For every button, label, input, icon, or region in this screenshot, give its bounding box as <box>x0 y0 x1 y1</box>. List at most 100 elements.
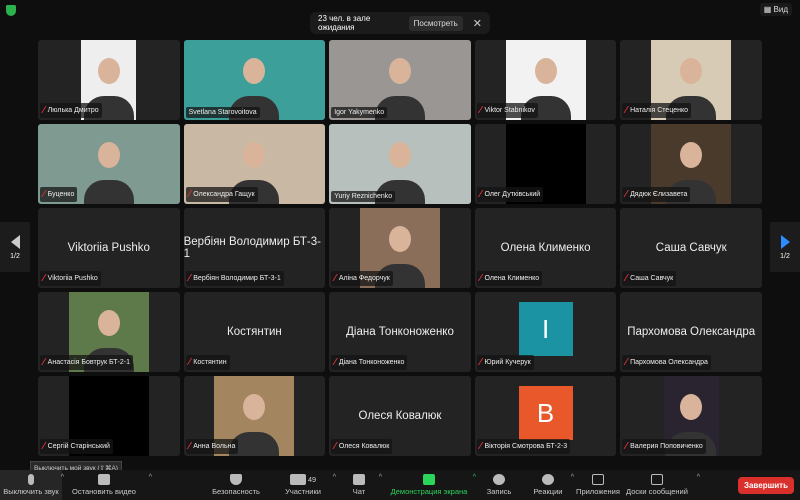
chevron-up-icon[interactable]: ^ <box>379 474 382 481</box>
muted-microphone-icon: ⁄ <box>625 273 628 284</box>
participants-label: Участники <box>285 487 321 496</box>
participant-name: Олександра Гащук <box>193 191 255 198</box>
participant-tile[interactable]: ⁄ Сергій Старінський <box>38 376 180 456</box>
view-layout-button[interactable]: ▦ Вид <box>759 3 792 16</box>
mute-label: Выключить звук <box>3 487 59 496</box>
record-button[interactable]: Запись <box>484 470 514 500</box>
participant-tile[interactable]: ⁄ Наталія Стеценко <box>620 40 762 120</box>
participant-name-label: ⁄ Наталія Стеценко <box>622 103 692 118</box>
participants-button[interactable]: 49 Участники ^ <box>278 470 336 500</box>
participant-tile[interactable]: Yuriy Reznichenko <box>329 124 471 204</box>
participant-display-name: Саша Савчук <box>655 242 727 254</box>
participant-display-name: Вербіян Володимир БТ-3-1 <box>183 236 321 260</box>
participant-name: Олена Клименко <box>484 275 540 282</box>
participant-tile[interactable]: Олеся Ковалюк ⁄ Олеся Ковалюк <box>329 376 471 456</box>
chevron-up-icon[interactable]: ^ <box>149 474 152 481</box>
chevron-up-icon[interactable]: ^ <box>473 474 476 481</box>
muted-microphone-icon: ⁄ <box>479 189 482 200</box>
participant-tile[interactable]: ⁄ Олег Дутківський <box>474 124 617 204</box>
next-page-button[interactable]: 1/2 <box>770 222 800 272</box>
chevron-up-icon[interactable]: ^ <box>571 474 574 481</box>
stop-video-button[interactable]: Остановить видео ^ <box>66 470 152 500</box>
participant-name: Діана Тонконоженко <box>338 359 405 366</box>
person-head <box>243 57 266 84</box>
mute-button[interactable]: Выключить звук ^ <box>0 470 64 500</box>
participant-tile[interactable]: ⁄ Аліна Федорчук <box>329 208 471 288</box>
muted-microphone-icon: ⁄ <box>625 441 628 452</box>
apps-button[interactable]: Приложения <box>576 470 620 500</box>
participant-name: Вікторія Смотрова БТ-2-3 <box>484 443 568 450</box>
participant-tile[interactable]: Костянтин ⁄ Костянтин <box>183 292 326 372</box>
participant-tile[interactable]: Діана Тонконоженко ⁄ Діана Тонконоженко <box>329 292 471 372</box>
participant-name-label: ⁄ Діана Тонконоженко <box>331 355 408 370</box>
chat-button[interactable]: Чат ^ <box>344 470 382 500</box>
participant-tile[interactable]: ⁄ Анна Вольна <box>183 376 326 456</box>
participant-tile[interactable]: ⁄ Люлька Дмитро <box>38 40 180 120</box>
security-button[interactable]: Безопасность <box>206 470 266 500</box>
muted-microphone-icon: ⁄ <box>479 357 482 368</box>
participant-tile[interactable]: Svetlana Starovoitova <box>183 40 326 120</box>
end-meeting-button[interactable]: Завершить <box>737 477 794 494</box>
participant-tile[interactable]: Олена Клименко ⁄ Олена Клименко <box>474 208 617 288</box>
arrow-left-icon <box>10 234 20 249</box>
page-indicator: 1/2 <box>780 252 790 260</box>
share-screen-button[interactable]: Демонстрация экрана ^ <box>390 470 476 500</box>
whiteboards-button[interactable]: Доски сообщений ^ <box>626 470 700 500</box>
participant-name-label: ⁄ Олена Клименко <box>476 271 543 286</box>
participant-name-label: ⁄ Юрий Кучерук <box>476 355 534 370</box>
participant-name-label: ⁄ Анна Вольна <box>185 439 239 454</box>
person-head <box>680 141 703 168</box>
participant-tile[interactable]: Саша Савчук ⁄ Саша Савчук <box>620 208 762 288</box>
whiteboard-icon <box>651 474 663 485</box>
share-label: Демонстрация экрана <box>390 487 468 496</box>
person-head <box>243 141 266 168</box>
participant-tile[interactable]: Viktoriia Pushko ⁄ Viktoriia Pushko <box>38 208 180 288</box>
participant-tile[interactable]: Вербіян Володимир БТ-3-1 ⁄ Вербіян Володим… <box>183 208 326 288</box>
participant-name-label: ⁄ Анастасія Бовтрук БТ-2-1 <box>40 355 133 370</box>
encryption-shield-icon[interactable] <box>6 5 16 16</box>
muted-microphone-icon: ⁄ <box>188 189 191 200</box>
muted-microphone-icon: ⁄ <box>479 105 482 116</box>
participant-tile[interactable]: B ⁄ Вікторія Смотрова БТ-2-3 <box>474 376 617 456</box>
person-head <box>97 309 120 336</box>
participant-tile[interactable]: Igor Yakymenko <box>329 40 471 120</box>
participant-tile[interactable]: ⁄ Дядюк Єлизавета <box>620 124 762 204</box>
view-waiting-room-button[interactable]: Посмотреть <box>408 15 463 31</box>
participant-tile[interactable]: ⁄ Олександра Гащук <box>183 124 326 204</box>
participant-name: Наталія Стеценко <box>630 107 689 114</box>
reactions-icon <box>542 474 554 485</box>
participant-tile[interactable]: Пархомова Олександра ⁄ Пархомова Олександр… <box>620 292 762 372</box>
muted-microphone-icon: ⁄ <box>479 273 482 284</box>
participant-name: Буценко <box>47 191 75 198</box>
participant-tile[interactable]: I ⁄ Юрий Кучерук <box>474 292 617 372</box>
participant-tile[interactable]: ⁄ Анастасія Бовтрук БТ-2-1 <box>38 292 180 372</box>
person-head <box>388 225 411 252</box>
participant-name: Сергій Старінський <box>47 443 110 450</box>
close-icon[interactable]: ✕ <box>473 17 482 30</box>
person-head <box>388 57 411 84</box>
chat-label: Чат <box>352 487 366 496</box>
reactions-button[interactable]: Реакции ^ <box>530 470 574 500</box>
whiteboards-label: Доски сообщений <box>626 487 688 496</box>
participant-tile[interactable]: ⁄ Буценко <box>38 124 180 204</box>
participant-tile[interactable]: ⁄ Viktor Stabnikov <box>474 40 617 120</box>
muted-microphone-icon: ⁄ <box>334 357 336 368</box>
chevron-up-icon[interactable]: ^ <box>61 474 64 481</box>
waiting-room-text: 23 чел. в зале ожидания <box>318 14 371 32</box>
person-head <box>97 141 120 168</box>
previous-page-button[interactable]: 1/2 <box>0 222 30 272</box>
avatar-letter: I <box>541 313 550 344</box>
participant-name: Пархомова Олександра <box>630 359 708 366</box>
participant-name-label: ⁄ Люлька Дмитро <box>40 103 102 118</box>
participants-icon <box>289 474 306 485</box>
participant-tile[interactable]: ⁄ Валерия Поповиченко <box>620 376 762 456</box>
participant-name: Viktoriia Pushko <box>47 275 98 282</box>
chevron-up-icon[interactable]: ^ <box>697 474 700 481</box>
reactions-label: Реакции <box>533 487 563 496</box>
participant-name: Костянтин <box>193 359 227 366</box>
muted-microphone-icon: ⁄ <box>43 105 45 116</box>
chevron-up-icon[interactable]: ^ <box>333 474 336 481</box>
video-label: Остановить видео <box>72 487 136 496</box>
participant-display-name: Viktoriia Pushko <box>67 242 150 254</box>
participants-count: 49 <box>307 475 317 484</box>
